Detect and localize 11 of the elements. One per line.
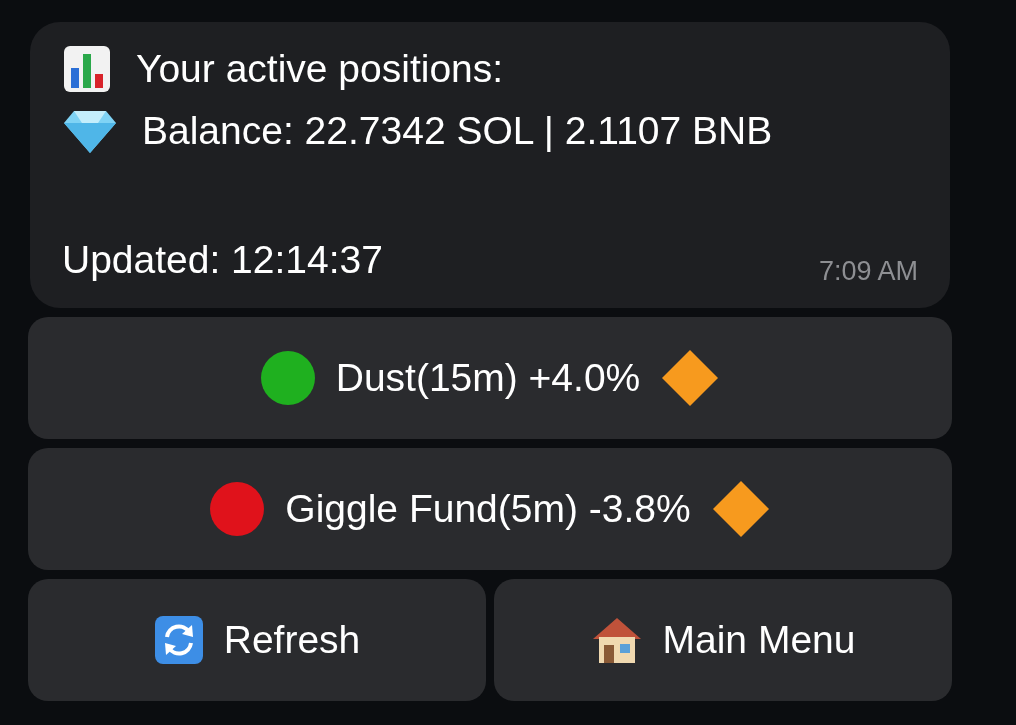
message-text: Updated: 12:14:37 [62,238,383,282]
keyboard-button[interactable]: Dust(15m) +4.0% [28,317,952,439]
message-text: Balance: 22.7342 SOL | 2.1107 BNB [142,109,773,153]
bar-chart-icon [62,44,112,94]
diamond-icon [660,348,721,408]
message-time: 7:09 AM [818,256,918,287]
keyboard-button[interactable]: Refresh [28,579,486,701]
message-text: Your active positions: [136,47,504,91]
refresh-icon [153,615,204,665]
keyboard-button[interactable]: Main Menu [494,579,952,701]
keyboard-button[interactable]: Giggle Fund(5m) -3.8% [28,448,952,570]
